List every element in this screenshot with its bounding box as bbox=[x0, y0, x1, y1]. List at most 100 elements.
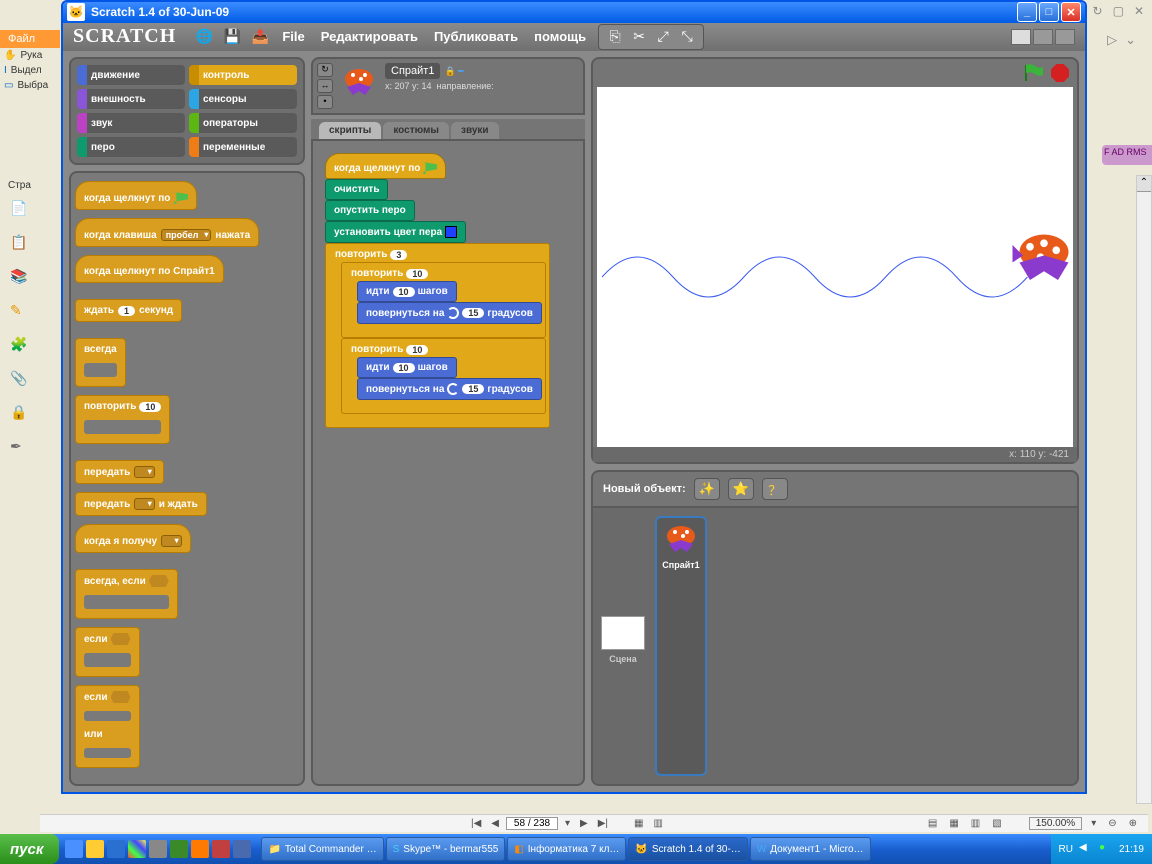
bg-tool-hand[interactable]: ✋Рука bbox=[0, 48, 60, 63]
sprite-name[interactable]: Спрайт1 bbox=[385, 63, 440, 79]
view-icon[interactable]: ▥ bbox=[650, 818, 665, 829]
cat-control[interactable]: контроль bbox=[189, 65, 297, 85]
zoom-in-button[interactable]: ⊕ bbox=[1126, 818, 1140, 829]
bg-tool-choose[interactable]: ▭Выбра bbox=[0, 78, 60, 93]
cat-motion[interactable]: движение bbox=[77, 65, 185, 85]
bg-scrollbar[interactable]: ⌃ bbox=[1136, 175, 1152, 804]
block-broadcast[interactable]: передать bbox=[75, 460, 164, 484]
start-button[interactable]: пуск bbox=[0, 834, 59, 864]
bg-side-icon[interactable]: ✎ bbox=[10, 302, 30, 322]
script-turn-cw[interactable]: повернуться на15градусов bbox=[357, 378, 542, 400]
bg-side-icon[interactable]: 📋 bbox=[10, 234, 30, 254]
block-when-key[interactable]: когда клавишапробелнажата bbox=[75, 218, 259, 247]
next-page-button[interactable]: ▶ bbox=[577, 818, 591, 829]
tab-sounds[interactable]: звуки bbox=[451, 122, 499, 139]
cat-operators[interactable]: операторы bbox=[189, 113, 297, 133]
ql-icon[interactable] bbox=[212, 840, 230, 858]
script-hat[interactable]: когда щелкнут по bbox=[325, 153, 446, 179]
page-dropdown[interactable]: ▾ bbox=[562, 818, 573, 829]
bg-side-lock-icon[interactable]: 🔒 bbox=[10, 404, 30, 424]
bg-side-icon[interactable]: 📄 bbox=[10, 200, 30, 220]
layout-icon[interactable]: ▦ bbox=[946, 818, 961, 829]
cat-sensing[interactable]: сенсоры bbox=[189, 89, 297, 109]
script-repeat-inner1[interactable]: повторить10 идти10шагов повернуться на15… bbox=[341, 262, 546, 338]
menu-share[interactable]: Публиковать bbox=[430, 29, 522, 44]
menu-edit[interactable]: Редактировать bbox=[317, 29, 422, 44]
block-wait[interactable]: ждать1секунд bbox=[75, 299, 182, 322]
script-move[interactable]: идти10шагов bbox=[357, 357, 457, 378]
bg-caret-icon[interactable]: ⌄ bbox=[1125, 32, 1136, 48]
paint-sprite-button[interactable]: ✨ bbox=[694, 478, 720, 500]
shrink-icon[interactable]: ⤡ bbox=[677, 27, 697, 47]
viewmode-normal[interactable] bbox=[1033, 29, 1053, 45]
bg-file-tab[interactable]: Файл bbox=[0, 30, 60, 48]
script-turn-ccw[interactable]: повернуться на15градусов bbox=[357, 302, 542, 324]
rotate-mode-btn[interactable]: • bbox=[317, 95, 333, 109]
layout-icon[interactable]: ▤ bbox=[925, 818, 940, 829]
task-item[interactable]: WДокумент1 - Micro… bbox=[750, 837, 871, 861]
share-icon[interactable]: 📤 bbox=[250, 27, 270, 47]
cat-variables[interactable]: переменные bbox=[189, 137, 297, 157]
ql-icon[interactable] bbox=[233, 840, 251, 858]
green-flag-button[interactable] bbox=[1023, 63, 1045, 83]
color-swatch[interactable] bbox=[445, 226, 457, 238]
sprite-list-item[interactable]: Спрайт1 bbox=[655, 516, 707, 776]
block-receive[interactable]: когда я получу bbox=[75, 524, 191, 553]
close-button[interactable]: ✕ bbox=[1061, 2, 1081, 22]
block-broadcast-wait[interactable]: передать и ждать bbox=[75, 492, 207, 516]
first-page-button[interactable]: |◀ bbox=[468, 818, 484, 829]
zoom-level[interactable]: 150.00% bbox=[1029, 817, 1082, 830]
rotate-mode-btn[interactable]: ↔ bbox=[317, 79, 333, 93]
task-item[interactable]: 🐱Scratch 1.4 of 30-… bbox=[628, 837, 747, 861]
ql-icon[interactable] bbox=[86, 840, 104, 858]
cat-pen[interactable]: перо bbox=[77, 137, 185, 157]
bg-side-icon[interactable]: 📎 bbox=[10, 370, 30, 390]
layout-icon[interactable]: ▥ bbox=[968, 818, 983, 829]
tray-icon[interactable]: ◀ bbox=[1079, 842, 1093, 856]
script-repeat-outer[interactable]: повторить3 повторить10 идти10шагов повер… bbox=[325, 243, 550, 428]
cut-icon[interactable]: ✂ bbox=[629, 27, 649, 47]
maximize-button[interactable]: □ bbox=[1039, 2, 1059, 22]
globe-icon[interactable]: 🌐 bbox=[194, 27, 214, 47]
ql-icon[interactable] bbox=[149, 840, 167, 858]
block-if-else[interactable]: еслиили bbox=[75, 685, 140, 768]
ql-icon[interactable] bbox=[170, 840, 188, 858]
cat-sound[interactable]: звук bbox=[77, 113, 185, 133]
script-repeat-inner2[interactable]: повторить10 идти10шагов повернуться на15… bbox=[341, 338, 546, 414]
bg-side-icon[interactable]: 🧩 bbox=[10, 336, 30, 356]
view-icon[interactable]: ▦ bbox=[631, 818, 646, 829]
block-forever[interactable]: всегда bbox=[75, 338, 126, 387]
block-when-flag[interactable]: когда щелкнут по bbox=[75, 181, 197, 210]
bg-top-icon[interactable]: ↻ bbox=[1093, 4, 1103, 18]
bg-tool-select[interactable]: IВыдел bbox=[0, 63, 60, 78]
ql-icon[interactable] bbox=[65, 840, 83, 858]
choose-sprite-button[interactable]: ⭐ bbox=[728, 478, 754, 500]
prev-page-button[interactable]: ◀ bbox=[488, 818, 502, 829]
block-when-sprite[interactable]: когда щелкнут по Спрайт1 bbox=[75, 255, 224, 283]
bg-side-icon[interactable]: 📚 bbox=[10, 268, 30, 288]
block-if[interactable]: если bbox=[75, 627, 140, 677]
stage-sprite[interactable] bbox=[1009, 227, 1073, 296]
zoom-dropdown[interactable]: ▾ bbox=[1088, 818, 1099, 829]
script-setcolor[interactable]: установить цвет пера bbox=[325, 221, 466, 243]
bg-right-sidebar-tab[interactable]: F AD RMS bbox=[1102, 145, 1152, 165]
rotate-mode-btn[interactable]: ↻ bbox=[317, 63, 333, 77]
bg-play-icon[interactable]: ▷ bbox=[1107, 32, 1117, 48]
bg-top-close-icon[interactable]: ✕ bbox=[1134, 4, 1144, 18]
task-item[interactable]: 📁Total Commander … bbox=[261, 837, 383, 861]
tab-scripts[interactable]: скрипты bbox=[319, 122, 381, 139]
stamp-icon[interactable]: ⎘ bbox=[605, 27, 625, 47]
layout-icon[interactable]: ▧ bbox=[989, 818, 1004, 829]
script-move[interactable]: идти10шагов bbox=[357, 281, 457, 302]
cat-looks[interactable]: внешность bbox=[77, 89, 185, 109]
task-item[interactable]: SSkype™ - bermar555 bbox=[386, 837, 506, 861]
bg-top-icon[interactable]: ▢ bbox=[1113, 4, 1124, 18]
menu-file[interactable]: File bbox=[278, 29, 308, 44]
minimize-button[interactable]: _ bbox=[1017, 2, 1037, 22]
grow-icon[interactable]: ⤢ bbox=[653, 27, 673, 47]
page-input[interactable] bbox=[506, 817, 558, 830]
stop-button[interactable] bbox=[1051, 64, 1069, 82]
system-tray[interactable]: RU ◀ ● 21:19 bbox=[1051, 834, 1152, 864]
ql-icon[interactable] bbox=[128, 840, 146, 858]
lang-indicator[interactable]: RU bbox=[1059, 844, 1073, 855]
